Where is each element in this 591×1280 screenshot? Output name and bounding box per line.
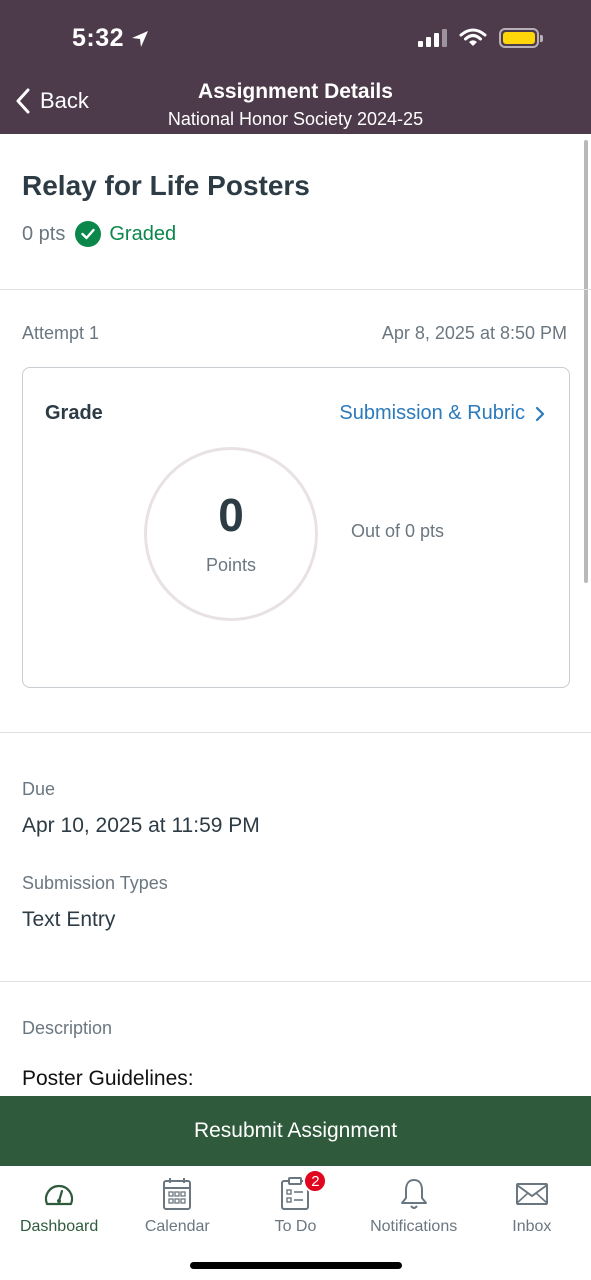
divider (0, 981, 591, 982)
todo-badge: 2 (303, 1169, 328, 1193)
submission-types-value: Text Entry (22, 908, 116, 931)
description-text: Poster Guidelines: (22, 1067, 194, 1090)
nav-title: Assignment Details National Honor Societ… (0, 80, 591, 130)
bell-icon (400, 1179, 427, 1209)
app-header: 5:32 Back Assignment Details National Ho… (0, 0, 591, 134)
checkmark-circle-icon (75, 221, 102, 247)
due-date: Apr 10, 2025 at 11:59 PM (22, 814, 260, 837)
points-possible: 0 pts (22, 222, 66, 245)
grade-score: 0 (218, 489, 244, 541)
grade-out-of: Out of 0 pts (351, 521, 445, 541)
status-icons (418, 28, 543, 48)
grade-heading: Grade (45, 402, 103, 424)
attempt-label: Attempt 1 (22, 323, 100, 343)
assignment-meta: 0 pts Graded (22, 221, 176, 247)
scrollbar[interactable] (584, 140, 588, 583)
calendar-icon (163, 1178, 192, 1210)
course-name: National Honor Society 2024-25 (167, 109, 424, 129)
status-time-text: 5:32 (72, 24, 125, 52)
submission-rubric-label: Submission & Rubric (339, 402, 525, 424)
tab-inbox[interactable]: Inbox (473, 1166, 591, 1280)
tab-label: Notifications (370, 1218, 458, 1235)
tab-dashboard[interactable]: Dashboard (0, 1166, 118, 1280)
home-indicator[interactable] (190, 1262, 402, 1269)
description-label: Description (22, 1018, 113, 1038)
grade-donut: 0 Points (144, 447, 318, 621)
divider (0, 732, 591, 733)
location-arrow-icon (132, 30, 149, 47)
status-time: 5:32 (72, 24, 150, 53)
battery-icon (499, 28, 543, 48)
graded-status: Graded (75, 221, 176, 247)
submission-types-label: Submission Types (22, 873, 168, 893)
dashboard-icon (45, 1184, 74, 1206)
inbox-icon (515, 1183, 548, 1205)
assignment-title: Relay for Life Posters (22, 170, 310, 201)
attempt-date: Apr 8, 2025 at 8:50 PM (381, 323, 567, 343)
tab-label: Dashboard (19, 1218, 99, 1235)
submission-rubric-link[interactable]: Submission & Rubric (339, 402, 545, 425)
chevron-right-icon (535, 406, 545, 421)
wifi-icon (459, 28, 487, 46)
tab-label: Calendar (144, 1218, 210, 1235)
grade-card: Grade Submission & Rubric 0 Points Out o… (22, 367, 570, 688)
graded-label: Graded (109, 222, 177, 245)
cellular-signal-icon (418, 29, 447, 47)
divider (0, 289, 591, 290)
resubmit-assignment-button[interactable]: Resubmit Assignment (0, 1096, 591, 1166)
due-label: Due (22, 779, 56, 799)
tab-label: Inbox (512, 1218, 552, 1235)
grade-score-label: Points (205, 555, 257, 575)
page-title: Assignment Details (198, 80, 393, 103)
tab-label: To Do (274, 1218, 317, 1235)
